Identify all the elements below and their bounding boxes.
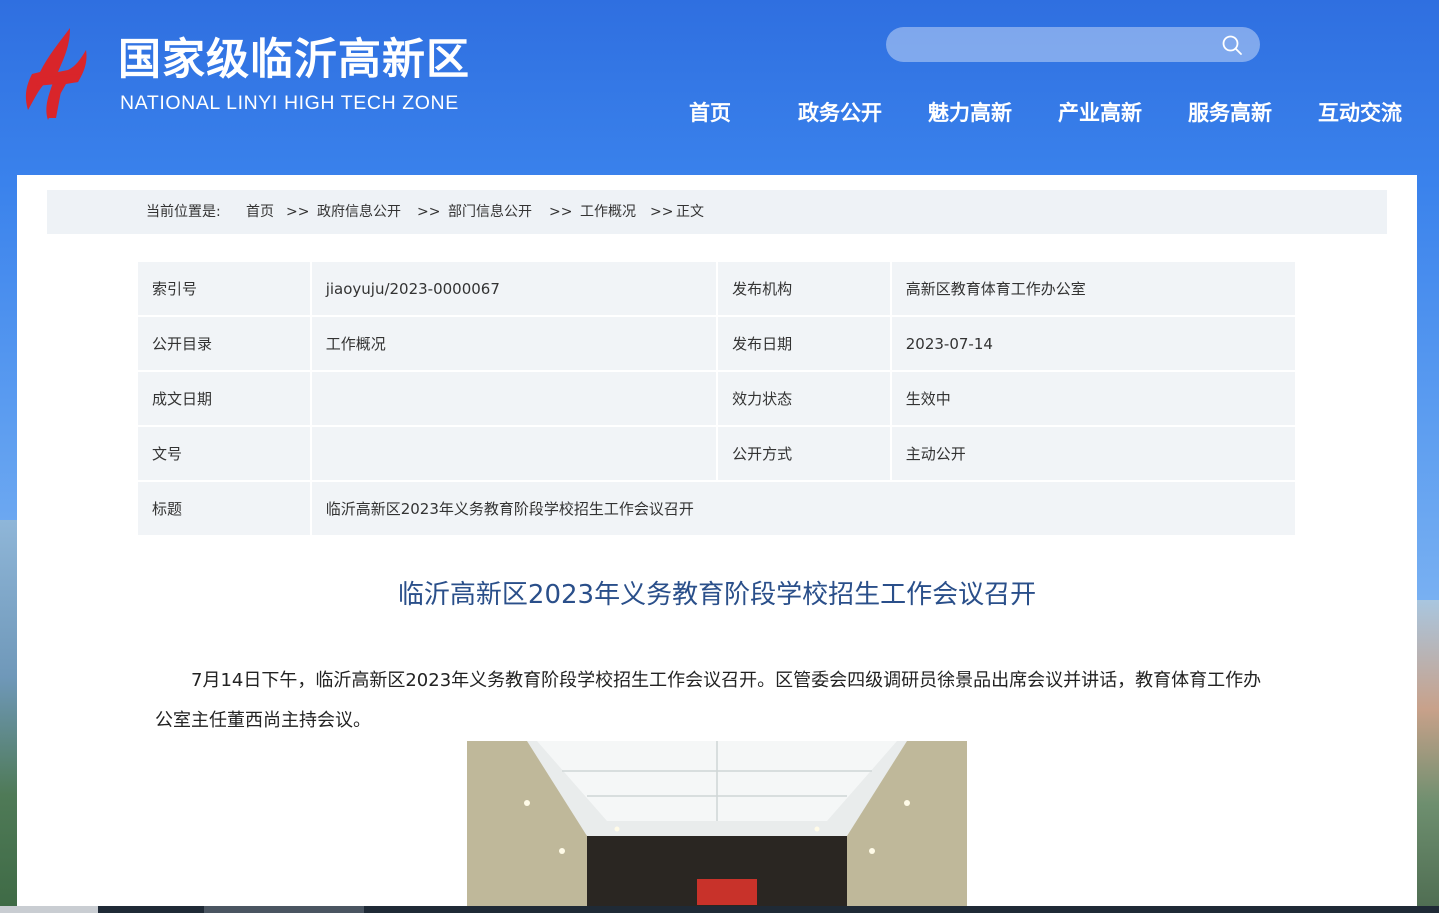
meta-value-catalog: 工作概况	[309, 315, 719, 372]
bottom-strip-segment	[0, 906, 98, 913]
meta-value-status: 生效中	[889, 370, 1298, 427]
breadcrumb-gov-info-link[interactable]: 政府信息公开	[317, 190, 401, 234]
table-row: 文号 公开方式 主动公开	[136, 425, 1298, 482]
breadcrumb-separator: >>	[650, 204, 674, 220]
document-meta-table: 索引号 jiaoyuju/2023-0000067 发布机构 高新区教育体育工作…	[136, 260, 1298, 537]
linyi-high-tech-zone-logo[interactable]	[18, 26, 92, 122]
nav-item-industry[interactable]: 产业高新	[1030, 96, 1170, 130]
meta-label-pubdate: 发布日期	[716, 315, 892, 372]
meta-value-pubdate: 2023-07-14	[889, 315, 1298, 372]
meta-label-index: 索引号	[136, 260, 312, 317]
meta-label-method: 公开方式	[716, 425, 892, 482]
right-scenery-background	[1417, 600, 1439, 913]
meta-value-publisher: 高新区教育体育工作办公室	[889, 260, 1298, 317]
meta-value-title: 临沂高新区2023年义务教育阶段学校招生工作会议召开	[309, 480, 1298, 537]
search-icon[interactable]	[1220, 33, 1244, 57]
breadcrumb: 当前位置是: 首页 >> 政府信息公开 >> 部门信息公开 >> 工作概况 >>…	[47, 190, 1387, 234]
nav-item-services[interactable]: 服务高新	[1160, 96, 1300, 130]
meta-label-status: 效力状态	[716, 370, 892, 427]
meta-label-catalog: 公开目录	[136, 315, 312, 372]
bottom-taskbar-strip	[0, 906, 1439, 913]
bottom-strip-segment	[204, 906, 364, 913]
site-subtitle: NATIONAL LINYI HIGH TECH ZONE	[120, 92, 459, 114]
breadcrumb-dept-info-link[interactable]: 部门信息公开	[448, 190, 532, 234]
breadcrumb-separator: >>	[286, 204, 310, 220]
breadcrumb-separator: >>	[417, 204, 441, 220]
left-scenery-background	[0, 520, 17, 913]
article-paragraph: 7月14日下午，临沂高新区2023年义务教育阶段学校招生工作会议召开。区管委会四…	[155, 670, 1262, 731]
search-box[interactable]	[886, 27, 1260, 62]
meta-value-docdate	[309, 370, 719, 427]
meta-value-method: 主动公开	[889, 425, 1298, 482]
breadcrumb-home-link[interactable]: 首页	[246, 190, 274, 234]
site-title: 国家级临沂高新区	[118, 35, 470, 85]
meta-label-docdate: 成文日期	[136, 370, 312, 427]
meeting-photo	[467, 741, 967, 913]
site-header: 国家级临沂高新区 NATIONAL LINYI HIGH TECH ZONE 首…	[0, 0, 1439, 175]
meta-label-title: 标题	[136, 480, 312, 537]
article-title: 临沂高新区2023年义务教育阶段学校招生工作会议召开	[397, 580, 1037, 610]
content-panel: 当前位置是: 首页 >> 政府信息公开 >> 部门信息公开 >> 工作概况 >>…	[17, 175, 1417, 913]
meta-value-docno	[309, 425, 719, 482]
search-input[interactable]	[900, 32, 1214, 58]
nav-item-government-affairs[interactable]: 政务公开	[770, 96, 910, 130]
breadcrumb-separator: >>	[549, 204, 573, 220]
meta-label-docno: 文号	[136, 425, 312, 482]
breadcrumb-work-overview-link[interactable]: 工作概况	[580, 190, 636, 234]
meta-value-index: jiaoyuju/2023-0000067	[309, 260, 719, 317]
breadcrumb-current: 正文	[676, 204, 704, 220]
nav-item-home[interactable]: 首页	[640, 96, 780, 130]
breadcrumb-prefix: 当前位置是:	[146, 204, 221, 220]
nav-item-interaction[interactable]: 互动交流	[1290, 96, 1430, 130]
meta-label-publisher: 发布机构	[716, 260, 892, 317]
nav-item-charm[interactable]: 魅力高新	[900, 96, 1040, 130]
table-row: 索引号 jiaoyuju/2023-0000067 发布机构 高新区教育体育工作…	[136, 260, 1298, 317]
table-row: 成文日期 效力状态 生效中	[136, 370, 1298, 427]
table-row: 标题 临沂高新区2023年义务教育阶段学校招生工作会议召开	[136, 480, 1298, 537]
table-row: 公开目录 工作概况 发布日期 2023-07-14	[136, 315, 1298, 372]
